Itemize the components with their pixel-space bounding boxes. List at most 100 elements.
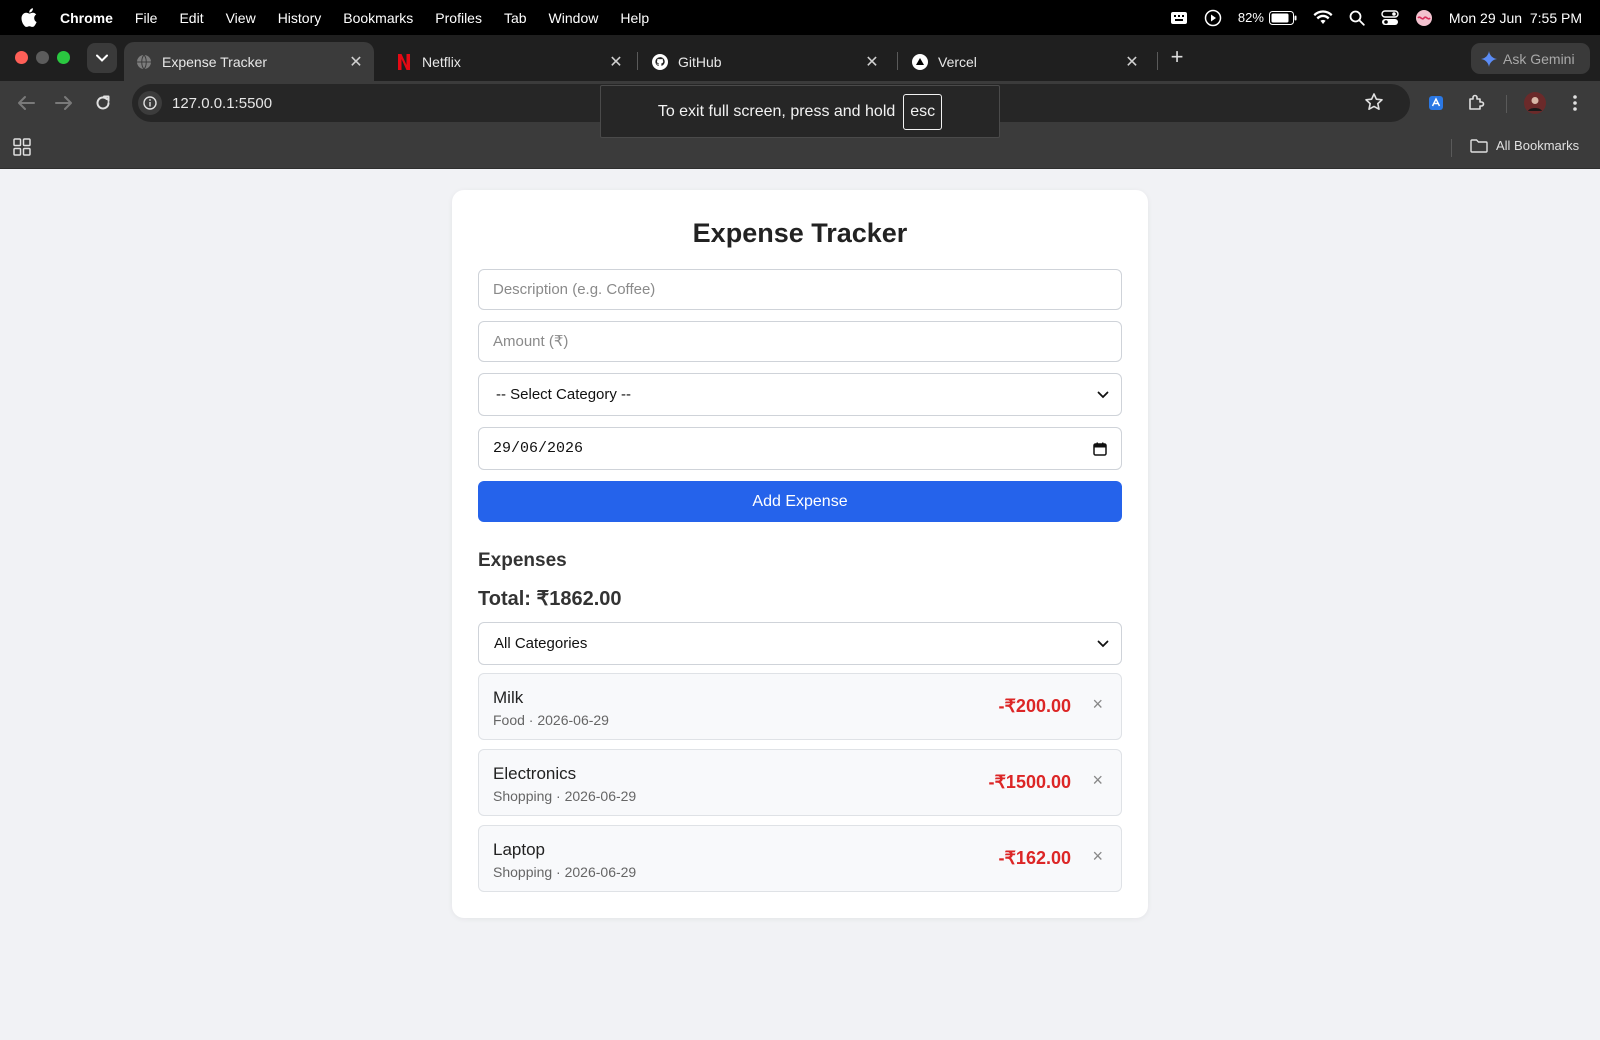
expense-amount: -₹1500.00 <box>988 772 1071 792</box>
tab-search-button[interactable] <box>87 43 117 73</box>
new-tab-button[interactable]: + <box>1165 45 1189 69</box>
close-tab-icon[interactable]: ✕ <box>1122 52 1142 72</box>
control-center-icon[interactable] <box>1381 9 1399 26</box>
apple-icon[interactable] <box>0 8 58 27</box>
apps-grid-icon[interactable] <box>13 138 31 161</box>
keyboard-icon[interactable] <box>1170 11 1188 25</box>
all-bookmarks-button[interactable]: All Bookmarks <box>1470 138 1579 153</box>
category-filter-select[interactable]: All Categories <box>478 622 1122 665</box>
tab-separator <box>1157 52 1158 70</box>
tab-separator <box>897 52 898 70</box>
expense-name: Milk <box>493 688 524 707</box>
vercel-logo-icon <box>912 53 928 70</box>
bookmarks-divider <box>1451 139 1452 157</box>
folder-icon <box>1470 138 1488 153</box>
add-expense-button[interactable]: Add Expense <box>478 481 1122 522</box>
tab-vercel[interactable]: Vercel ✕ <box>900 42 1150 81</box>
fullscreen-exit-toast: To exit full screen, press and hold esc <box>600 85 1000 138</box>
close-window-button[interactable] <box>15 51 28 64</box>
menu-view[interactable]: View <box>215 10 267 26</box>
site-info-icon[interactable] <box>138 91 162 115</box>
tab-github[interactable]: GitHub ✕ <box>640 42 890 81</box>
description-input[interactable] <box>493 281 1121 298</box>
url-text[interactable]: 127.0.0.1:5500 <box>172 95 272 112</box>
close-tab-icon[interactable]: ✕ <box>346 52 366 72</box>
spotlight-search-icon[interactable] <box>1349 10 1365 26</box>
menu-profiles[interactable]: Profiles <box>424 10 493 26</box>
wifi-icon[interactable] <box>1313 10 1333 25</box>
ask-gemini-button[interactable]: Ask Gemini <box>1471 43 1590 74</box>
menu-help[interactable]: Help <box>609 10 660 26</box>
github-logo-icon <box>652 53 668 70</box>
date-input[interactable]: 29/06/2026 <box>478 427 1122 470</box>
tab-title: Expense Tracker <box>162 53 268 70</box>
delete-expense-button[interactable]: × <box>1092 846 1103 867</box>
expense-item: Electronics Shopping · 2026-06-29 -₹1500… <box>478 749 1122 816</box>
description-field[interactable] <box>478 269 1122 310</box>
menu-edit[interactable]: Edit <box>168 10 214 26</box>
play-circle-icon[interactable] <box>1204 9 1222 27</box>
ask-gemini-label: Ask Gemini <box>1503 50 1575 67</box>
expense-name: Laptop <box>493 840 545 859</box>
calendar-icon[interactable] <box>1093 442 1107 456</box>
menu-bookmarks[interactable]: Bookmarks <box>332 10 424 26</box>
amount-input[interactable] <box>493 333 1121 350</box>
close-tab-icon[interactable]: ✕ <box>862 52 882 72</box>
filter-selected-value: All Categories <box>494 635 588 652</box>
battery-percent: 82% <box>1237 10 1264 25</box>
more-menu-icon[interactable] <box>1563 91 1587 115</box>
bookmark-star-icon[interactable] <box>1364 92 1384 117</box>
chevron-down-icon <box>1097 391 1109 398</box>
category-select[interactable]: -- Select Category -- <box>478 373 1122 416</box>
tab-expense-tracker[interactable]: Expense Tracker ✕ <box>124 42 374 81</box>
total-amount: Total: ₹1862.00 <box>478 588 622 610</box>
battery-status[interactable]: 82% <box>1238 10 1297 25</box>
globe-icon <box>136 54 152 70</box>
toast-message: To exit full screen, press and hold <box>657 102 896 120</box>
esc-key-badge: esc <box>903 93 943 130</box>
close-tab-icon[interactable]: ✕ <box>606 52 626 72</box>
profile-avatar[interactable] <box>1523 91 1547 115</box>
translate-extension-icon[interactable] <box>1424 91 1448 115</box>
amount-field[interactable] <box>478 321 1122 362</box>
menu-file[interactable]: File <box>124 10 169 26</box>
tab-title: Netflix <box>422 53 461 70</box>
expense-meta: Shopping · 2026-06-29 <box>493 864 637 880</box>
expense-name: Electronics <box>493 764 577 783</box>
clock-datetime[interactable]: Mon 29 Jun 7:55 PM <box>1449 10 1582 26</box>
extensions-puzzle-icon[interactable] <box>1464 91 1488 115</box>
expense-item: Laptop Shopping · 2026-06-29 -₹162.00 × <box>478 825 1122 892</box>
expense-item: Milk Food · 2026-06-29 -₹200.00 × <box>478 673 1122 740</box>
window-controls <box>15 51 70 64</box>
netflix-logo-icon <box>396 53 412 70</box>
fullscreen-window-button[interactable] <box>57 51 70 64</box>
category-selected-value: -- Select Category -- <box>496 386 632 403</box>
delete-expense-button[interactable]: × <box>1092 770 1103 791</box>
expense-amount: -₹162.00 <box>998 848 1071 868</box>
delete-expense-button[interactable]: × <box>1092 694 1103 715</box>
menu-window[interactable]: Window <box>538 10 610 26</box>
menu-app-name[interactable]: Chrome <box>58 10 124 26</box>
back-arrow-icon <box>18 96 35 110</box>
all-bookmarks-label: All Bookmarks <box>1496 138 1580 153</box>
toolbar-divider <box>1506 95 1507 113</box>
siri-icon[interactable] <box>1415 9 1433 27</box>
menu-tab[interactable]: Tab <box>493 10 538 26</box>
reload-icon <box>96 95 110 110</box>
tab-netflix[interactable]: Netflix ✕ <box>384 42 634 81</box>
forward-arrow-icon <box>55 96 72 110</box>
reload-button[interactable] <box>91 91 115 115</box>
minimize-window-button[interactable] <box>36 51 49 64</box>
expense-amount: -₹200.00 <box>998 696 1071 716</box>
forward-button[interactable] <box>52 91 76 115</box>
macos-menu-bar: Chrome File Edit View History Bookmarks … <box>0 0 1600 35</box>
browser-tab-strip: Expense Tracker ✕ Netflix ✕ GitHub ✕ Ver… <box>0 35 1600 81</box>
gemini-sparkle-icon <box>1481 50 1497 67</box>
expense-meta: Shopping · 2026-06-29 <box>493 788 637 804</box>
back-button[interactable] <box>14 91 38 115</box>
menu-history[interactable]: History <box>267 10 333 26</box>
expense-tracker-card: Expense Tracker -- Select Category -- 29… <box>452 190 1148 918</box>
battery-icon <box>1268 10 1297 25</box>
chevron-down-icon <box>1097 640 1109 647</box>
page-title: Expense Tracker <box>692 218 908 248</box>
